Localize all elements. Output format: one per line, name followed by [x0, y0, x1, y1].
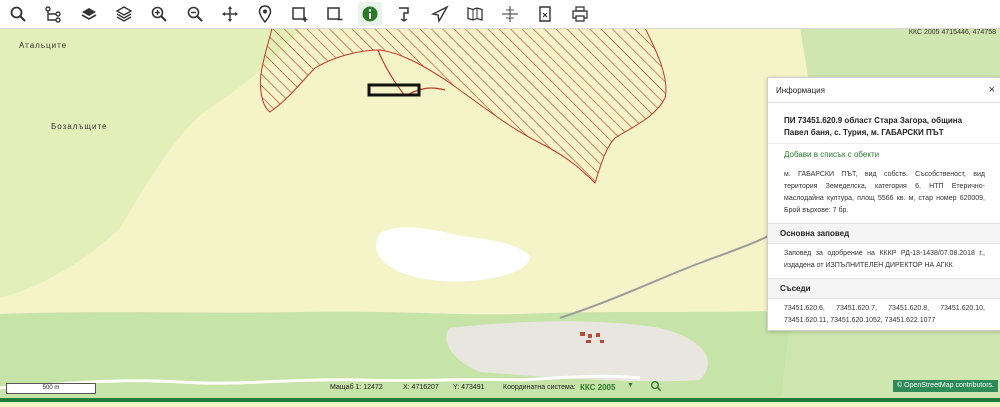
parcel-description: м. ГАБАРСКИ ПЪТ, вид собств. Съсобствено… — [784, 171, 985, 214]
scale-readout: Мащаб 1: 12472 — [330, 384, 383, 391]
place-label: Бозалъщите — [51, 122, 108, 131]
select-area-icon[interactable] — [288, 2, 312, 26]
panel-header: Информация × — [768, 78, 1000, 103]
info-panel: Информация × ПИ 73451.620.9 област Стара… — [767, 77, 1000, 331]
chevron-down-icon[interactable]: ▼ — [627, 382, 634, 389]
section-text: 73451.620.6, 73451.620.7, 73451.620.8, 7… — [784, 305, 985, 324]
pin-icon[interactable] — [253, 2, 277, 26]
search-icon[interactable] — [650, 380, 662, 394]
print-icon[interactable] — [568, 2, 592, 26]
add-to-list-link[interactable]: Добави в списък с обекти — [768, 144, 1000, 165]
document-icon[interactable] — [533, 2, 557, 26]
close-icon[interactable]: × — [989, 84, 995, 96]
y-readout: Y: 473491 — [453, 384, 485, 391]
layers-stack-icon[interactable] — [112, 2, 136, 26]
section-heading: Основна заповед — [768, 223, 1000, 244]
coord-system-label: Координатна система: — [503, 384, 576, 391]
coord-system-select[interactable]: ККС 2005 — [580, 383, 615, 392]
scale-bar: 500 m — [6, 383, 96, 394]
x-readout: X: 4716207 — [403, 384, 439, 391]
zoom-in-icon[interactable] — [147, 2, 171, 26]
section-text: Заповед за одобрение на КККР РД-18-1438/… — [784, 250, 985, 269]
book-icon[interactable] — [463, 2, 487, 26]
parcel-title: ПИ 73451.620.9 област Стара Загора, общи… — [768, 103, 1000, 144]
panel-header-title: Информация — [776, 85, 825, 95]
tree-icon[interactable] — [41, 2, 65, 26]
route-icon[interactable] — [393, 2, 417, 26]
section-heading: Съседи — [768, 278, 1000, 299]
bottom-border — [0, 398, 1000, 402]
zoom-out-icon[interactable] — [183, 2, 207, 26]
search-icon[interactable] — [6, 2, 30, 26]
place-label: Атальците — [19, 41, 68, 50]
osm-attribution[interactable]: © OpenStreetMap contributors. — [893, 380, 998, 392]
toolbar — [0, 0, 1000, 29]
status-bar: 500 m Мащаб 1: 12472 X: 4716207 Y: 47349… — [0, 380, 1000, 398]
pan-icon[interactable] — [218, 2, 242, 26]
grid-icon[interactable] — [498, 2, 522, 26]
plane-icon[interactable] — [428, 2, 452, 26]
info-icon[interactable] — [358, 2, 382, 26]
coord-readout: ККС 2005 4715446, 474758 — [908, 29, 996, 36]
select-rect-icon[interactable] — [323, 2, 347, 26]
layers-icon[interactable] — [77, 2, 101, 26]
